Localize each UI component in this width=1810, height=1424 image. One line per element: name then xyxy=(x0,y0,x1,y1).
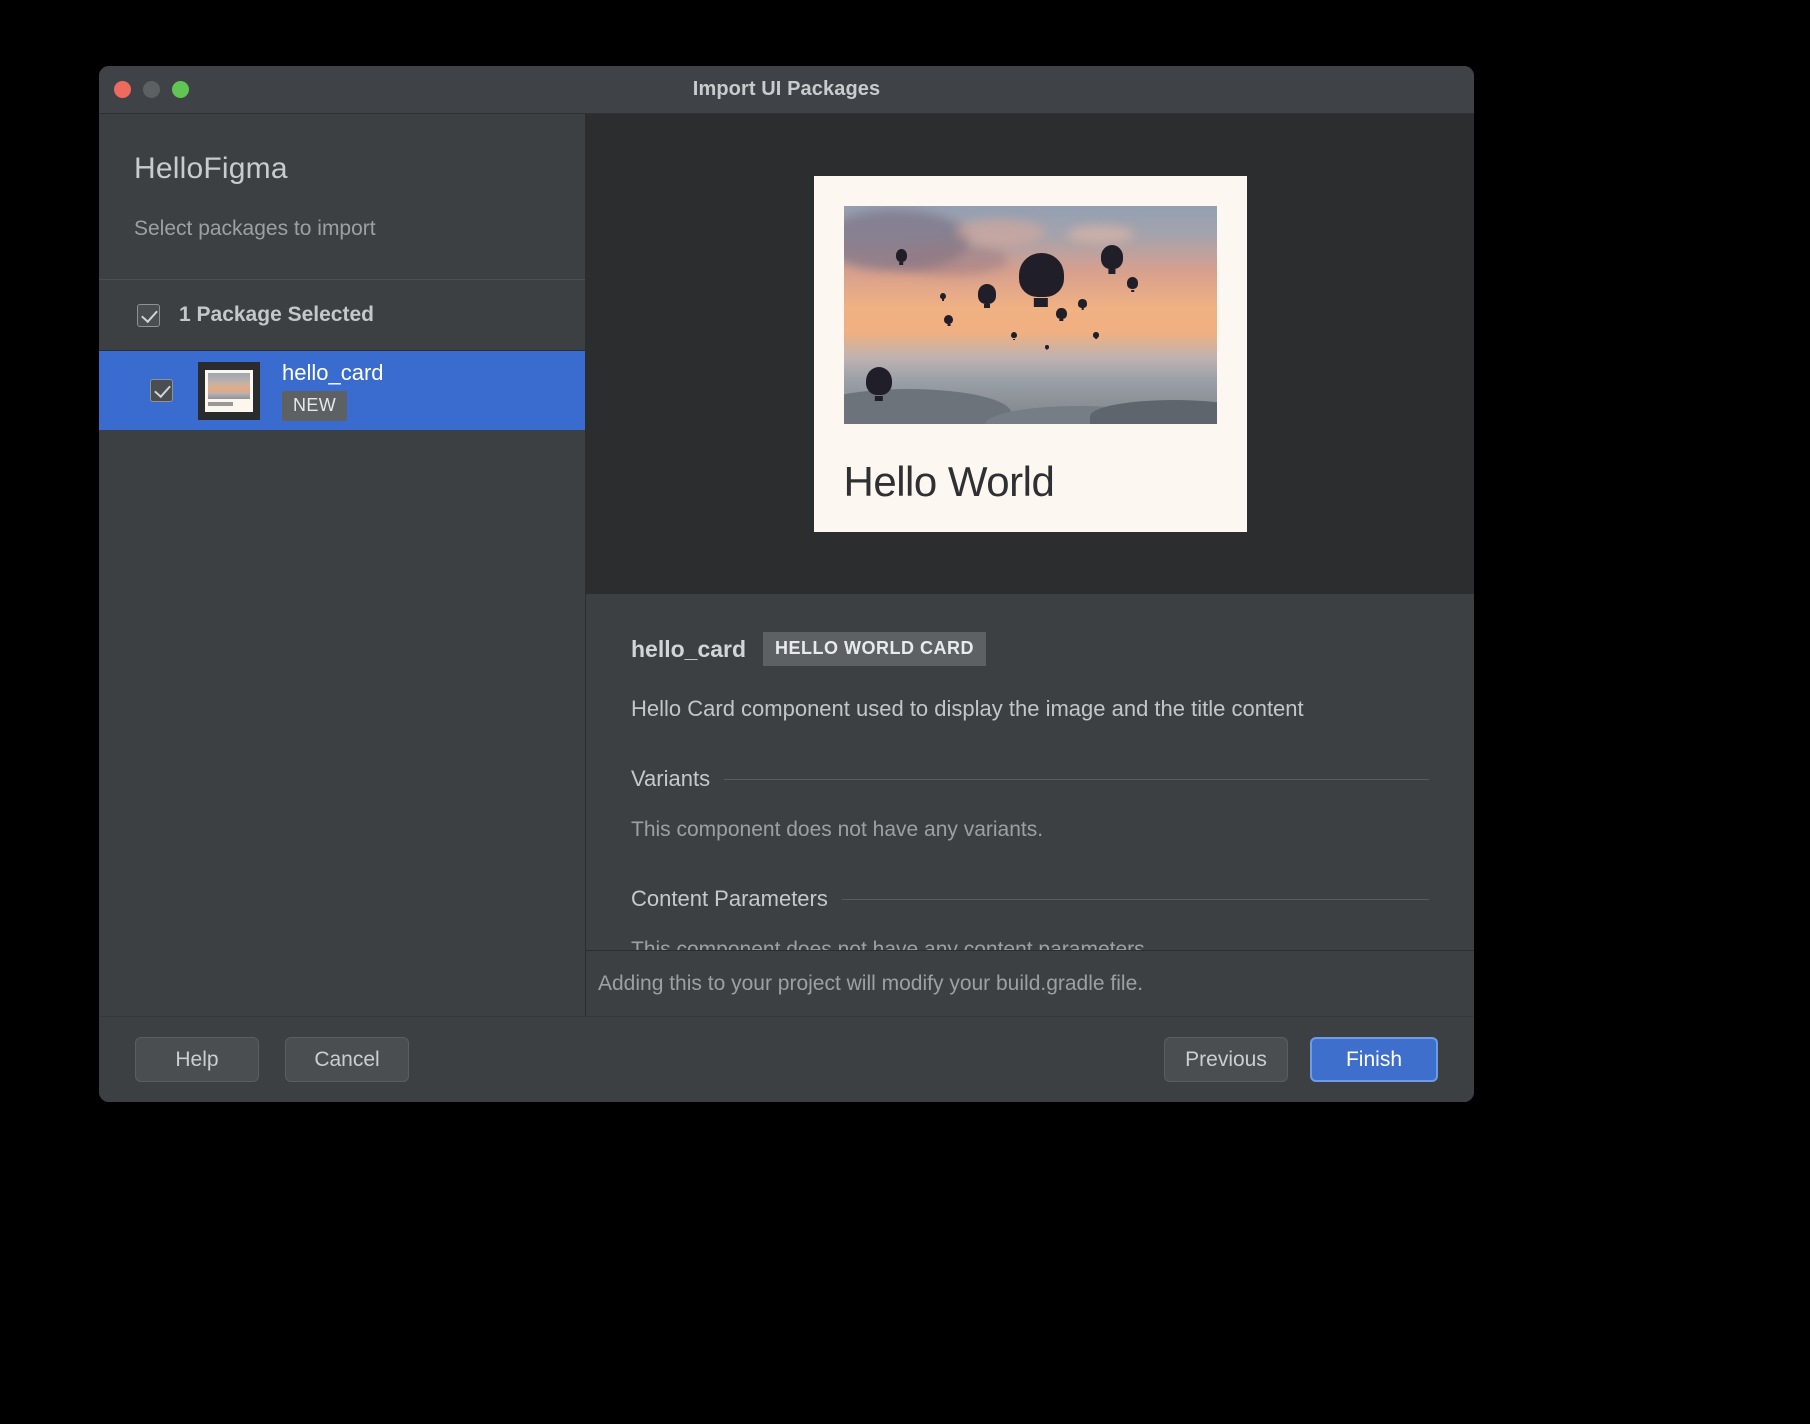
package-checkbox[interactable] xyxy=(150,379,173,402)
package-name: hello_card xyxy=(282,360,384,385)
project-title: HelloFigma xyxy=(134,152,288,185)
dialog-body: HelloFigma Select packages to import 1 P… xyxy=(99,114,1474,1016)
list-item[interactable]: hello_card NEW xyxy=(99,351,585,430)
component-preview-area: Hello World xyxy=(586,114,1474,593)
preview-card: Hello World xyxy=(813,175,1247,532)
right-button-group: Previous Finish xyxy=(1164,1037,1438,1082)
details-pane: Hello World hello_card HELLO WORLD CARD … xyxy=(586,114,1474,1016)
window-titlebar: Import UI Packages xyxy=(99,66,1474,114)
zoom-window-button[interactable] xyxy=(172,81,189,98)
component-header: hello_card HELLO WORLD CARD xyxy=(631,632,1429,666)
section-title-content-parameters: Content Parameters xyxy=(631,886,828,911)
finish-button[interactable]: Finish xyxy=(1310,1037,1438,1082)
selection-summary-label: 1 Package Selected xyxy=(179,303,374,326)
component-description: Hello Card component used to display the… xyxy=(631,696,1304,721)
section-body-variants: This component does not have any variant… xyxy=(631,818,1044,841)
close-window-button[interactable] xyxy=(114,81,131,98)
component-type-badge: HELLO WORLD CARD xyxy=(763,632,987,666)
sidebar-header: HelloFigma Select packages to import xyxy=(99,114,585,280)
section-content-parameters: Content Parameters This component does n… xyxy=(631,886,1429,950)
help-button[interactable]: Help xyxy=(135,1037,259,1082)
component-details: hello_card HELLO WORLD CARD Hello Card c… xyxy=(586,593,1474,950)
window-title: Import UI Packages xyxy=(692,78,881,100)
select-all-row[interactable]: 1 Package Selected xyxy=(99,280,585,351)
import-ui-packages-dialog: Import UI Packages HelloFigma Select pac… xyxy=(99,66,1474,1102)
section-variants: Variants This component does not have an… xyxy=(631,766,1429,842)
sidebar-subtitle: Select packages to import xyxy=(134,217,376,240)
package-text-group: hello_card NEW xyxy=(282,360,384,421)
footer-note-bar: Adding this to your project will modify … xyxy=(586,950,1474,1016)
dialog-button-bar: Help Cancel Previous Finish xyxy=(99,1016,1474,1102)
section-divider xyxy=(841,898,1429,900)
balloons-image xyxy=(843,205,1217,424)
traffic-light-group xyxy=(114,81,189,98)
package-thumbnail xyxy=(198,361,260,420)
select-all-checkbox[interactable] xyxy=(137,303,160,327)
package-list: hello_card NEW xyxy=(99,351,585,1016)
preview-card-title: Hello World xyxy=(843,457,1055,505)
section-body-content-parameters: This component does not have any content… xyxy=(631,938,1151,950)
packages-sidebar: HelloFigma Select packages to import 1 P… xyxy=(99,114,586,1016)
gradle-modification-note: Adding this to your project will modify … xyxy=(598,971,1144,995)
minimize-window-button[interactable] xyxy=(143,81,160,98)
left-button-group: Help Cancel xyxy=(135,1037,409,1082)
previous-button[interactable]: Previous xyxy=(1164,1037,1288,1082)
component-name: hello_card xyxy=(631,635,747,662)
section-title-variants: Variants xyxy=(631,766,711,791)
cancel-button[interactable]: Cancel xyxy=(285,1037,409,1082)
package-new-badge: NEW xyxy=(282,391,348,421)
section-divider xyxy=(724,778,1429,780)
